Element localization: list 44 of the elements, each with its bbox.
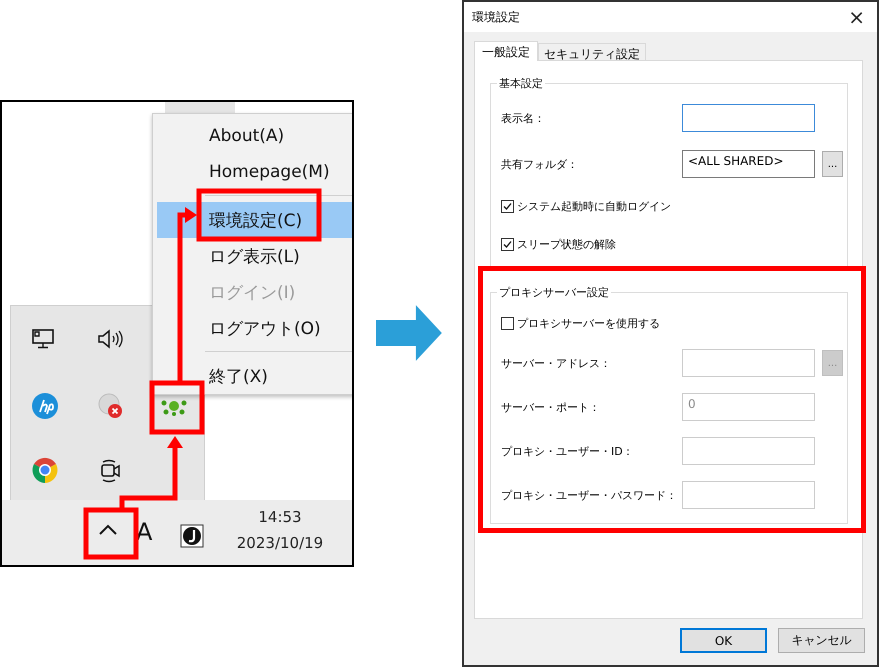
clock-time: 14:53 (258, 508, 302, 526)
speaker-icon[interactable] (97, 328, 125, 350)
ring-logo-icon[interactable] (31, 456, 59, 484)
dialog-button[interactable]: キャンセル (778, 628, 865, 653)
menu-item[interactable]: About(A) (157, 118, 352, 154)
group-title: プロキシサーバー設定 (497, 285, 611, 300)
field-label: プロキシ・ユーザー・ID： (501, 444, 635, 458)
field-label: 共有フォルダ： (501, 156, 579, 172)
checkbox[interactable] (501, 316, 514, 330)
dialog-button[interactable]: OK (680, 628, 767, 653)
input-field[interactable]: <ALL SHARED> (682, 150, 815, 178)
monitor-icon[interactable] (32, 329, 54, 349)
checkbox-label: スリープ状態の解除 (517, 236, 616, 252)
pointer-arrow (120, 436, 183, 508)
circle-logo-icon[interactable] (31, 392, 59, 420)
field-label: 表示名： (501, 110, 546, 126)
circle-glyph-icon[interactable] (180, 524, 204, 548)
field-label: サーバー・ポート： (501, 400, 601, 414)
right-arrow (376, 305, 442, 361)
highlight-frame (150, 380, 204, 434)
group-title: 基本設定 (497, 76, 545, 91)
field-label: プロキシ・ユーザー・パスワード： (501, 488, 678, 502)
checkbox[interactable] (501, 200, 514, 212)
error-badge-icon[interactable] (97, 392, 125, 420)
highlight-frame (84, 508, 138, 560)
window-title: 環境設定 (472, 8, 520, 26)
network-nodes-icon[interactable] (161, 398, 187, 416)
checkbox-label: プロキシサーバーを使用する (517, 316, 660, 330)
clock-date: 2023/10/19 (236, 534, 324, 552)
menu-item[interactable]: ログ表示(L) (157, 238, 352, 274)
camera-icon[interactable] (99, 458, 123, 484)
checkbox-label: システム起動時に自動ログイン (517, 198, 671, 214)
input-field[interactable] (682, 104, 815, 132)
checkbox[interactable] (501, 238, 514, 250)
tab[interactable]: セキュリティ設定 (538, 43, 646, 60)
menu-item[interactable]: 終了(X) (157, 358, 352, 394)
close-button[interactable]: × (844, 5, 869, 29)
menu-item[interactable]: Homepage(M) (157, 154, 352, 190)
tab[interactable]: 一般設定 (474, 41, 538, 61)
chevron-up-icon[interactable] (98, 524, 118, 536)
menu-item[interactable]: ログアウト(O) (157, 310, 352, 346)
field-label: サーバー・アドレス： (501, 356, 612, 370)
menu-item[interactable]: 環境設定(C) (157, 202, 352, 238)
browse-button[interactable]: ... (822, 151, 843, 177)
